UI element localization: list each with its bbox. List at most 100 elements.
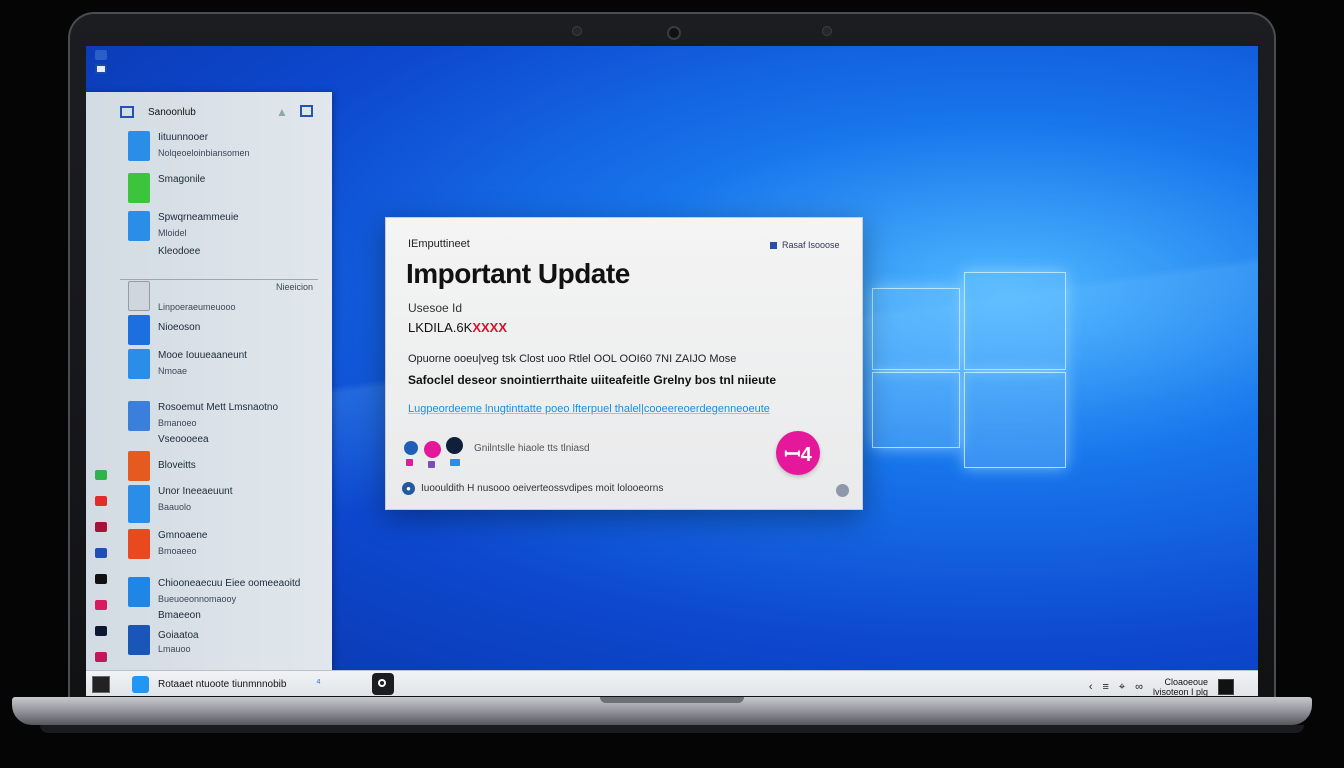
- start-button[interactable]: [92, 676, 110, 693]
- sensor-dot-left: [572, 26, 582, 36]
- start-item-11[interactable]: Unor Ineeaeuunt Baauolo: [114, 482, 324, 523]
- dialog-kicker: IEmputtineet: [408, 238, 470, 250]
- rail-blue-icon[interactable]: [95, 548, 107, 558]
- app-icon-pink[interactable]: [424, 441, 441, 458]
- rail-magenta-icon[interactable]: [95, 652, 107, 662]
- start-item-3[interactable]: Spwqrneammeuie Mloidel: [114, 208, 324, 246]
- app-thumbnail: [128, 173, 150, 203]
- tray-chevron-icon[interactable]: ‹: [1089, 681, 1093, 693]
- start-item-title: Gmnoaene: [158, 530, 208, 541]
- start-header-label: Sanoonlub: [148, 107, 196, 118]
- rail-red-icon[interactable]: [95, 496, 107, 506]
- clock-line-1: Cloaoeoue: [1164, 677, 1208, 687]
- update-action-button[interactable]: ꟷ4: [776, 431, 820, 475]
- dialog-footer: ● Iuoouldith H nusooo oeiverteossvdipes …: [402, 482, 663, 495]
- sensor-dot-right: [822, 26, 832, 36]
- start-item-subtitle: Nmoae: [158, 366, 188, 376]
- logo-pane-top-right: [964, 272, 1066, 370]
- start-item-title: Bloveitts: [158, 460, 196, 471]
- user-id-value: LKDILA.6KXXXX: [408, 320, 507, 335]
- tray-link-icon[interactable]: ∞: [1135, 681, 1143, 693]
- start-item-title: Linpoeraeumeuooo: [158, 302, 236, 312]
- logo-pane-bottom-left: [872, 372, 960, 448]
- start-item-title: Goiaatoa: [158, 630, 199, 641]
- logo-pane-bottom-right: [964, 372, 1066, 468]
- app-thumbnail: [128, 401, 150, 431]
- start-item-subtitle: Bueuoeonnomaooy: [158, 594, 237, 604]
- app-thumbnail: [128, 211, 150, 241]
- app-thumbnail: [128, 577, 150, 607]
- start-item-title: Unor Ineeaeuunt: [158, 486, 233, 497]
- tray-location-icon[interactable]: ⌖: [1119, 681, 1125, 694]
- app-icon-small-purple: [428, 461, 435, 468]
- taskbar-pin-icon[interactable]: ⁴: [316, 677, 321, 689]
- camera-app-icon[interactable]: [372, 673, 394, 695]
- app-thumbnail: [128, 485, 150, 523]
- start-header-icon: [120, 106, 134, 118]
- rail-window-icon[interactable]: [95, 64, 107, 74]
- rail-home-icon[interactable]: [95, 626, 107, 636]
- start-item-title: Rosoemut Mett Lmsnaotno: [158, 402, 279, 413]
- clock-line-2: lvisoteon I plg: [1152, 687, 1208, 696]
- app-thumbnail: [128, 281, 150, 311]
- dialog-footer-text: Iuoouldith H nusooo oeiverteossvdipes mo…: [421, 483, 664, 494]
- user-id-label: Usesoe Id: [408, 301, 463, 315]
- start-item-title: Chiooneaecuu Eiee oomeeaoitd: [158, 578, 301, 589]
- start-item-7[interactable]: Mooe Iouueaaneunt Nmoae: [114, 346, 324, 384]
- start-menu-panel: Sanoonlub ▲ Iituunnooer Nolqeoeloinbians…: [86, 92, 332, 672]
- dialog-close-label: Rasaf Isooose: [782, 240, 840, 250]
- rail-green-icon[interactable]: [95, 470, 107, 480]
- tray-clock[interactable]: Cloaoeoue lvisoteon I plg: [1153, 677, 1208, 696]
- start-item-subtitle: Bmanoeo: [158, 418, 197, 428]
- start-item-6[interactable]: Nioeoson: [114, 312, 324, 350]
- start-item-title: Mooe Iouueaaneunt: [158, 350, 247, 361]
- start-menu-header: Sanoonlub ▲: [120, 100, 320, 124]
- notification-icon[interactable]: [1218, 679, 1234, 695]
- app-thumbnail: [128, 451, 150, 481]
- start-item-2[interactable]: Smagonile: [114, 170, 324, 208]
- dialog-warning-line: Safoclel deseor snointierrthaite uiiteaf…: [408, 373, 777, 387]
- tray-network-icon[interactable]: ≡: [1102, 681, 1108, 693]
- save-icon[interactable]: [300, 105, 313, 117]
- start-item-subtitle: Nolqeoeloinbiansomen: [158, 148, 250, 158]
- app-icons-group: [404, 435, 474, 471]
- start-item-subtitle: Bmoaeeo: [158, 546, 197, 556]
- start-item-title: Kleodoee: [158, 246, 201, 257]
- dialog-info-icon[interactable]: [836, 484, 849, 497]
- taskbar: Rotaaet ntuoote tiunmnnobib ⁴ ‹ ≡ ⌖ ∞ Cl…: [86, 670, 1258, 696]
- app-icon-blue[interactable]: [404, 441, 418, 455]
- laptop-base-shadow: [40, 725, 1304, 733]
- start-item-title: Nioeoson: [158, 322, 201, 333]
- search-icon[interactable]: [132, 676, 149, 693]
- dialog-title: Important Update: [406, 258, 630, 289]
- rail-top-icon[interactable]: [95, 50, 107, 60]
- pin-icon[interactable]: ▲: [276, 105, 288, 119]
- app-thumbnail: [128, 529, 150, 559]
- start-item-title: Bmaeeon: [158, 610, 201, 621]
- rail-crimson-icon[interactable]: [95, 522, 107, 532]
- start-item-10[interactable]: Bloveitts: [114, 448, 324, 486]
- dialog-close-button[interactable]: Rasaf Isooose: [770, 240, 840, 250]
- system-tray: ‹ ≡ ⌖ ∞ Cloaoeoue lvisoteon I plg: [1089, 677, 1234, 696]
- app-icon-dark[interactable]: [446, 437, 463, 454]
- rail-black-icon[interactable]: [95, 574, 107, 584]
- start-item-12[interactable]: Gmnoaene Bmoaeeo: [114, 526, 324, 564]
- start-item-4[interactable]: Kleodoee: [114, 242, 324, 280]
- start-item-title: Spwqrneammeuie: [158, 212, 239, 223]
- app-icon-small-pink: [406, 459, 413, 466]
- start-item-subtitle: Mloidel: [158, 228, 187, 238]
- start-item-1[interactable]: Iituunnooer Nolqeoeloinbiansomen: [114, 128, 324, 166]
- code-prefix: LKDILA.6K: [408, 320, 473, 335]
- apps-caption: Gnilntslle hiaole tts tlniasd: [474, 443, 590, 454]
- start-item-title: Vseoooeea: [158, 434, 209, 445]
- webcam-lens: [667, 26, 681, 40]
- dialog-link[interactable]: Lugpeordeeme lnugtinttatte poeo lfterpue…: [408, 403, 770, 415]
- taskbar-search-text[interactable]: Rotaaet ntuoote tiunmnnobib: [158, 679, 286, 690]
- start-item-subtitle: Lmauoo: [158, 644, 191, 654]
- rail-pink-icon[interactable]: [95, 600, 107, 610]
- start-item-15[interactable]: Goiaatoa Lmauoo: [114, 622, 324, 660]
- start-item-subtitle: Baauolo: [158, 502, 192, 512]
- desktop-screen: Sanoonlub ▲ Iituunnooer Nolqeoeloinbians…: [86, 46, 1258, 696]
- start-item-5[interactable]: Linpoeraeumeuooo: [114, 278, 324, 316]
- app-thumbnail: [128, 131, 150, 161]
